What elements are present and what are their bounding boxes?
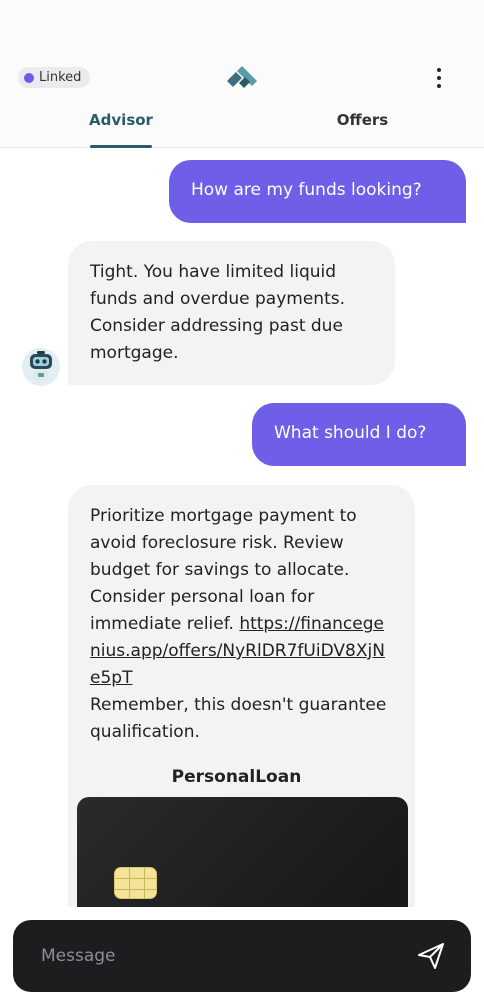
- bot-message: Prioritize mortgage payment to avoid for…: [68, 485, 415, 907]
- user-message: How are my funds looking?: [169, 160, 466, 223]
- linked-status-label: Linked: [39, 70, 82, 85]
- tab-advisor[interactable]: Advisor: [70, 104, 172, 148]
- chevron-stack-logo-icon: [227, 66, 257, 88]
- bot-message-text: Remember, this doesn't guarantee qualifi…: [90, 695, 387, 742]
- personal-loan-card[interactable]: [77, 797, 408, 907]
- linked-status-badge[interactable]: Linked: [18, 67, 91, 88]
- user-message: What should I do?: [252, 403, 466, 466]
- message-input[interactable]: [41, 942, 371, 970]
- tab-offers[interactable]: Offers: [300, 104, 425, 148]
- app-header: Linked Advisor Offers: [0, 0, 484, 148]
- active-tab-indicator: [90, 145, 152, 148]
- send-icon[interactable]: [415, 940, 447, 972]
- offer-title: PersonalLoan: [171, 767, 302, 787]
- more-vertical-icon[interactable]: [428, 66, 450, 90]
- bot-message: Tight. You have limited liquid funds and…: [68, 241, 395, 385]
- chat-thread[interactable]: How are my funds looking? Tight. You hav…: [0, 149, 484, 907]
- linked-status-dot: [24, 72, 34, 83]
- bot-avatar-icon: [22, 348, 60, 386]
- card-chip-icon: [114, 867, 157, 899]
- message-composer: [13, 920, 471, 992]
